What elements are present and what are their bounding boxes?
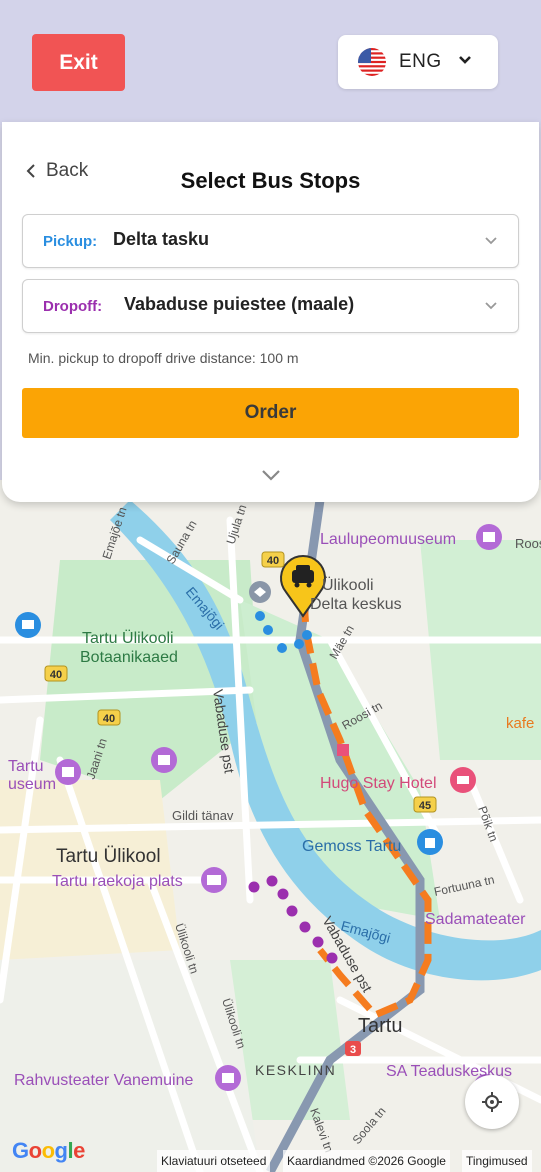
chevron-down-icon (484, 299, 498, 317)
chevron-down-icon (458, 51, 472, 73)
map-label: Gemoss Tartu (302, 838, 401, 855)
page-title: Select Bus Stops (180, 168, 361, 193)
map-label: Sadamateater (425, 911, 526, 928)
map-label: kafe (506, 715, 534, 732)
road-shield: 40 (267, 555, 279, 567)
map-label: Roosi (515, 536, 541, 551)
transit-stop-icon (337, 744, 349, 756)
road-shield: 3 (350, 1044, 356, 1056)
map-label: Gildi tänav (172, 808, 234, 823)
map-label: Tartu (358, 1015, 402, 1037)
crosshair-icon (482, 1092, 502, 1112)
bus-stops-panel: Back Select Bus Stops Pickup: Delta task… (2, 122, 539, 502)
school-icon (249, 581, 271, 603)
shop-icon (15, 612, 41, 638)
map-label: Tartu Ülikool (56, 846, 161, 867)
map-label: Delta keskus (310, 596, 402, 613)
map-label: Botaanikaaed (80, 649, 178, 666)
map-label: KESKLINN (255, 1062, 336, 1078)
museum-icon (151, 747, 177, 773)
map-label: Hugo Stay Hotel (320, 775, 437, 792)
chevron-down-icon (262, 470, 280, 481)
map-label: Tartu Ülikooli (82, 629, 174, 647)
keyboard-shortcuts-link[interactable]: Klaviatuuri otseteed (157, 1150, 271, 1172)
exit-button[interactable]: Exit (32, 34, 125, 91)
distance-hint: Min. pickup to dropoff drive distance: 1… (28, 350, 299, 366)
map-label: useum (8, 776, 56, 793)
map-label: Tartu (8, 758, 44, 775)
language-code: ENG (399, 51, 442, 72)
road-shield: 45 (419, 800, 431, 812)
hotel-icon (450, 767, 476, 793)
shopping-bag-icon (417, 829, 443, 855)
top-bar: Exit ENG (0, 0, 541, 125)
pickup-label: Pickup: (43, 233, 98, 250)
order-button[interactable]: Order (22, 388, 519, 438)
pickup-select[interactable]: Pickup: Delta tasku (22, 214, 519, 268)
map-view[interactable]: 40 40 40 45 3 Laulupeomuuseum Ülikooli D… (0, 480, 541, 1172)
museum-icon (55, 759, 81, 785)
map-label: Rahvusteater Vanemuine (14, 1072, 193, 1089)
map-label: Tartu raekoja plats (52, 873, 183, 890)
theater-icon (215, 1065, 241, 1091)
collapse-panel-button[interactable] (260, 468, 282, 487)
dropoff-value: Vabaduse puiestee (maale) (124, 294, 355, 314)
dropoff-select[interactable]: Dropoff: Vabaduse puiestee (maale) (22, 279, 519, 333)
camera-icon (201, 867, 227, 893)
pickup-value: Delta tasku (113, 229, 210, 249)
museum-icon (476, 524, 502, 550)
map-data-attribution: Kaardiandmed ©2026 Google (283, 1150, 450, 1172)
road-shield: 40 (50, 669, 62, 681)
google-logo: Google (12, 1138, 85, 1163)
map-label: Laulupeomuuseum (320, 531, 456, 548)
map-label: Ülikooli (322, 576, 374, 594)
chevron-down-icon (484, 234, 498, 252)
language-select[interactable]: ENG (338, 35, 498, 89)
us-flag-icon (358, 48, 386, 76)
terms-link[interactable]: Tingimused (462, 1150, 532, 1172)
my-location-button[interactable] (465, 1075, 519, 1129)
road-shield: 40 (103, 713, 115, 725)
dropoff-label: Dropoff: (43, 298, 103, 315)
